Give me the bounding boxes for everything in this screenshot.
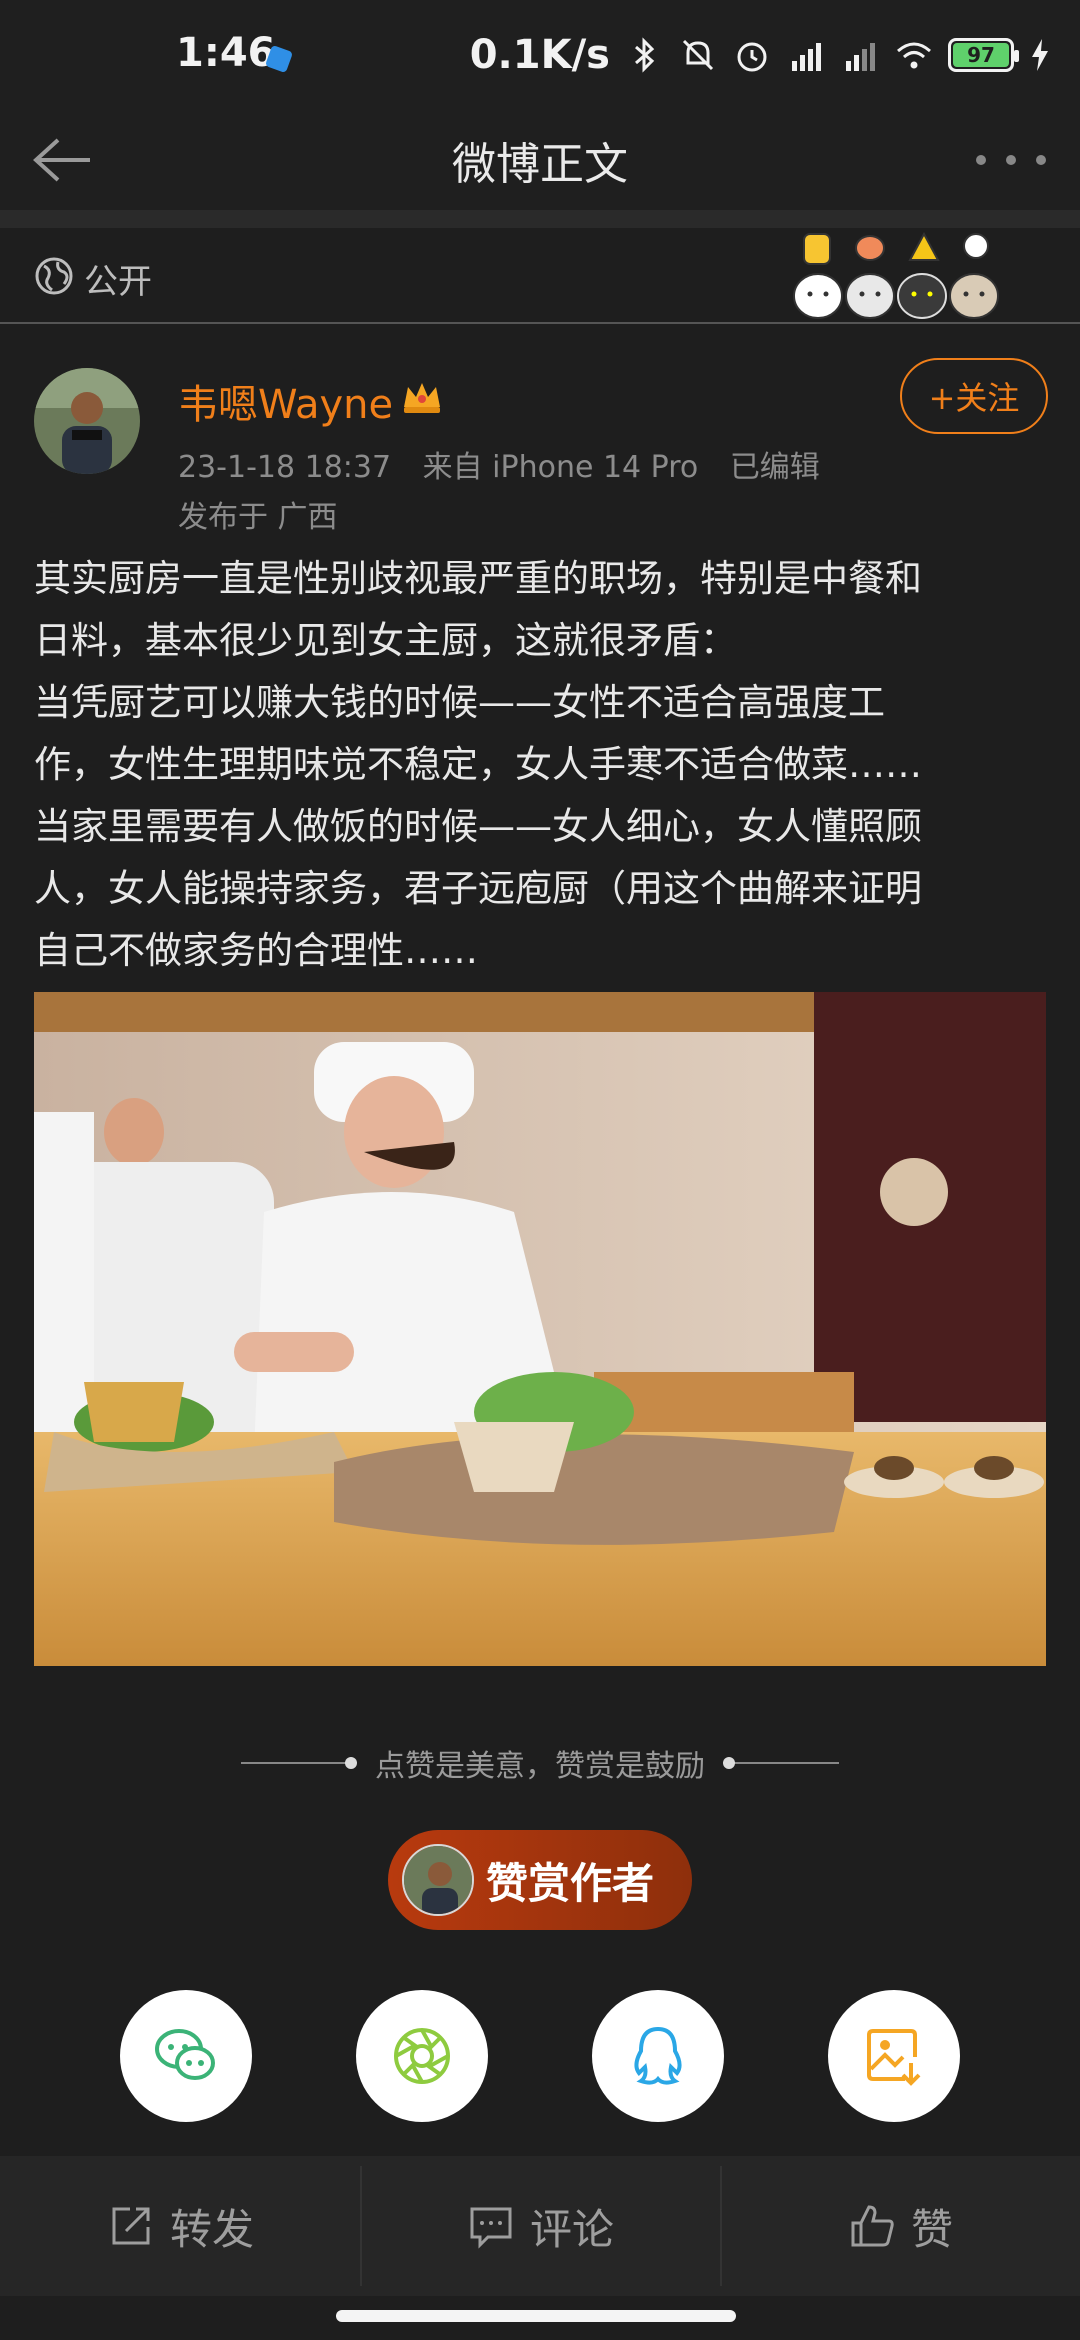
home-indicator[interactable] [336, 2310, 736, 2322]
wechat-icon [155, 2029, 215, 2080]
top-nav: 微博正文 [0, 110, 1080, 210]
reward-label: 赞赏作者 [486, 1858, 655, 1908]
post-image[interactable] [34, 992, 1046, 1666]
edited-label[interactable]: 已编辑 [730, 450, 820, 485]
signal-hd-icon [792, 43, 821, 71]
battery-level: 97 [953, 43, 1009, 67]
author-avatar[interactable] [34, 368, 140, 474]
share-qq-button[interactable] [592, 1990, 724, 2122]
bluetooth-icon [635, 37, 655, 73]
divider [723, 1757, 839, 1769]
visibility-label: 公开 [84, 262, 152, 302]
like-button[interactable]: 赞 [720, 2156, 1080, 2296]
repost-button[interactable]: 转发 [0, 2156, 360, 2296]
battery-icon: 97 [948, 38, 1019, 72]
repost-icon [112, 2207, 150, 2245]
qq-icon [634, 2026, 682, 2085]
post-text-line: 其实厨房一直是性别歧视最严重的职场，特别是中餐和 [34, 557, 922, 600]
reward-author-button[interactable]: 赞赏作者 [388, 1830, 692, 1930]
status-time: 1:46 [176, 30, 276, 76]
bottom-action-bar: 转发 评论 赞 [0, 2156, 1080, 2296]
status-bar: 1:46 0.1K/s 97 [0, 0, 1080, 110]
thumbs-up-icon [851, 2205, 894, 2247]
share-wechat-button[interactable] [120, 1990, 252, 2122]
divider [241, 1757, 357, 1769]
alarm-icon [737, 42, 767, 72]
wifi-icon [897, 42, 931, 69]
post-text-line: 人，女人能操持家务，君子远庖厨（用这个曲解来证明 [34, 867, 922, 910]
post-meta: 23-1-18 18:37 来自 iPhone 14 Pro 已编辑 [178, 442, 842, 486]
avatar [402, 1844, 474, 1916]
comment-icon [470, 2207, 512, 2249]
post-text-line: 日料，基本很少见到女主厨，这就很矛盾： [34, 619, 737, 662]
page-title: 微博正文 [452, 139, 628, 190]
post-text-line: 当凭厨艺可以赚大钱的时候——女性不适合高强度工 [34, 681, 885, 724]
comment-label: 评论 [529, 2204, 614, 2254]
network-speed: 0.1K/s [469, 32, 610, 78]
author-name[interactable]: 韦嗯Wayne [178, 372, 393, 430]
follow-button[interactable]: +关注 [900, 358, 1048, 434]
moments-icon [394, 2028, 450, 2084]
charging-icon [1032, 39, 1048, 71]
divider [0, 210, 1080, 228]
status-icons: 0.1K/s 97 [470, 30, 1052, 80]
share-moments-button[interactable] [356, 1990, 488, 2122]
post-location: 发布于 广西 [178, 500, 338, 535]
like-label: 赞 [910, 2204, 953, 2254]
repost-label: 转发 [169, 2204, 254, 2254]
save-image-icon [867, 2029, 921, 2086]
post-text-line: 当家里需要有人做饭的时候——女人细心，女人懂照顾 [34, 805, 922, 848]
visibility-row: 公开 [0, 228, 1080, 324]
cat-stickers-decoration [793, 231, 999, 319]
post-time: 23-1-18 18:37 [178, 450, 392, 485]
post-text-line: 作，女性生理期味觉不稳定，女人手寒不适合做菜…… [34, 743, 922, 786]
save-image-button[interactable] [828, 1990, 960, 2122]
globe-icon [35, 257, 73, 295]
post-text-line: 自己不做家务的合理性…… [34, 929, 478, 972]
reward-tip-text: 点赞是美意，赞赏是鼓励 [375, 1749, 705, 1784]
reward-tip: 点赞是美意，赞赏是鼓励 [0, 1740, 1080, 1786]
signal-hd-icon [846, 43, 875, 71]
more-dots-icon[interactable] [976, 142, 1046, 178]
mute-icon [682, 39, 714, 71]
post-source: 来自 iPhone 14 Pro [422, 450, 699, 485]
crown-icon [404, 383, 440, 413]
post-body: 其实厨房一直是性别歧视最严重的职场，特别是中餐和 日料，基本很少见到女主厨，这就… [34, 548, 1046, 982]
comment-button[interactable]: 评论 [360, 2156, 720, 2296]
